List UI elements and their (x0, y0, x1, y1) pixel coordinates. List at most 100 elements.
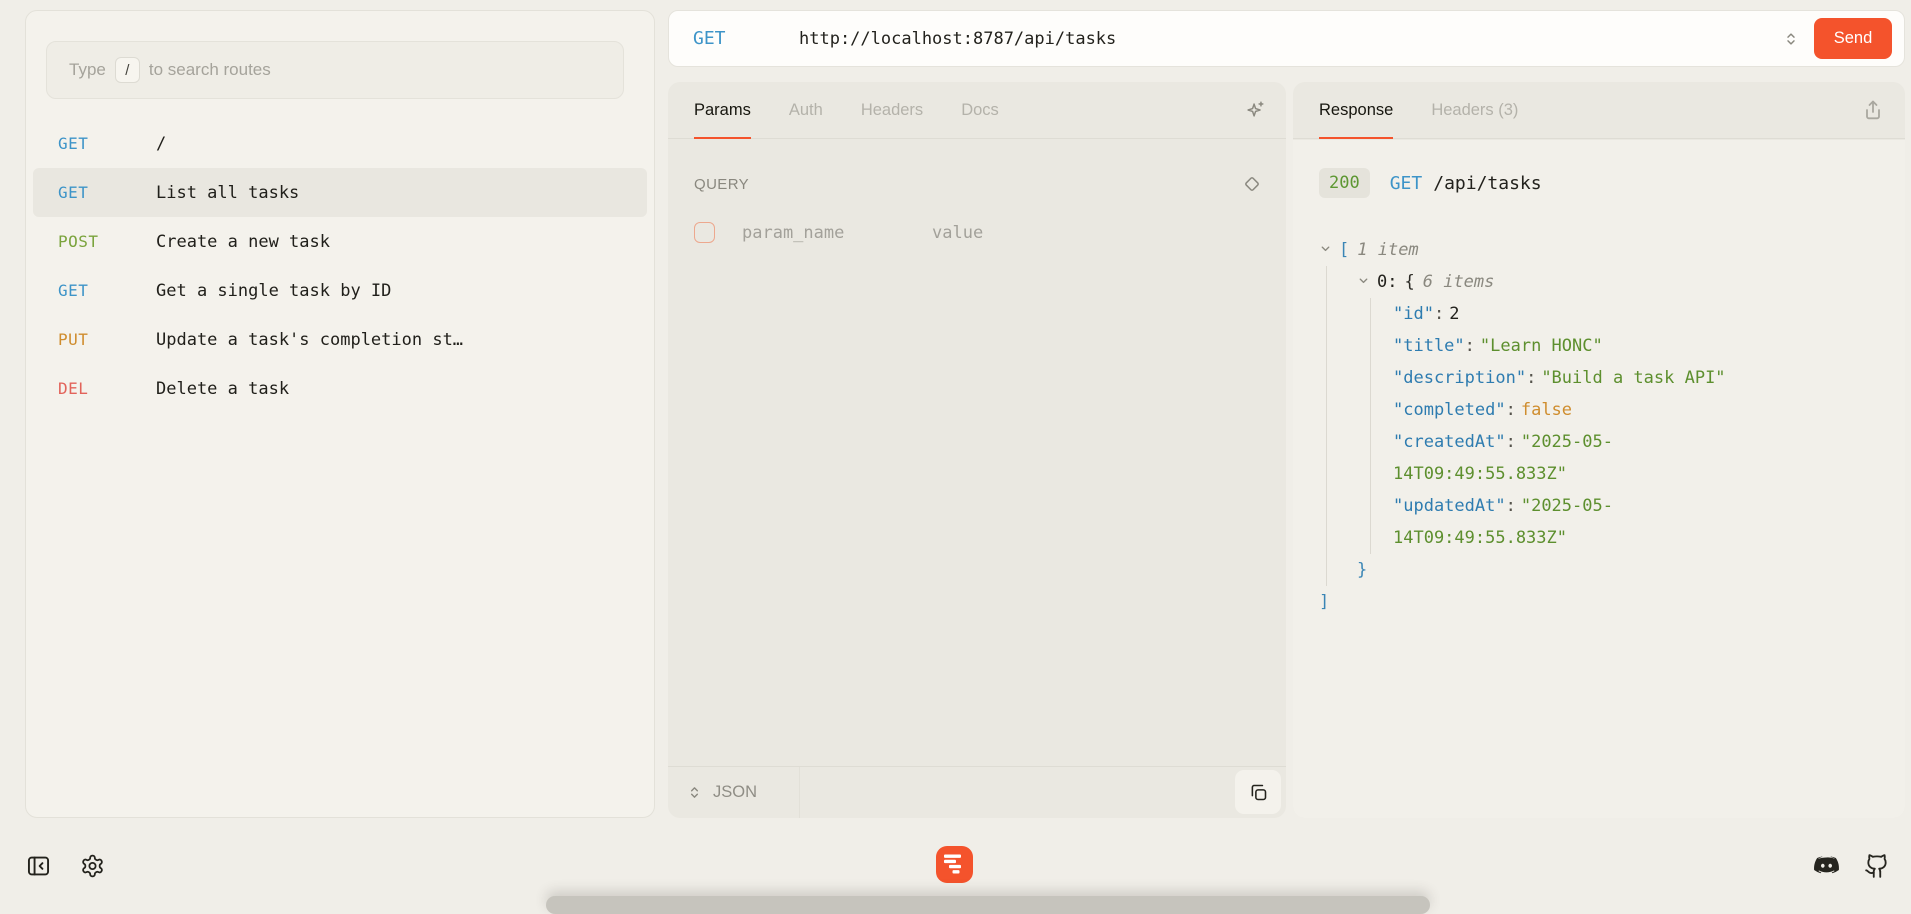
discord-icon[interactable] (1813, 852, 1840, 879)
body-format-bar: JSON (668, 766, 1286, 818)
fiberplane-logo (936, 846, 973, 883)
json-value: "Build a task API" (1541, 368, 1725, 388)
json-colon: : (1506, 496, 1516, 516)
json-colon: : (1465, 336, 1475, 356)
json-key: "updatedAt" (1393, 496, 1506, 516)
param-name-input[interactable] (742, 223, 932, 243)
route-label: Create a new task (156, 232, 330, 252)
request-method-select[interactable]: GET (693, 28, 799, 49)
json-object-open-line: 0:{6 items (1357, 266, 1749, 298)
tab-auth[interactable]: Auth (789, 82, 823, 138)
request-bar: GET Send (668, 10, 1905, 67)
json-array-open-line: [1 item (1319, 234, 1749, 266)
json-object-block: "id":2 "title":"Learn HONC" "description… (1370, 298, 1749, 554)
json-key: "id" (1393, 304, 1434, 324)
response-panel: Response Headers (3) 200 GET /api/tasks … (1293, 82, 1905, 818)
query-param-row (694, 222, 1102, 243)
json-value: "Learn HONC" (1480, 336, 1603, 356)
json-field-description: "description":"Build a task API" (1393, 362, 1749, 394)
json-key: "title" (1393, 336, 1465, 356)
object-item-count: 6 items (1423, 272, 1495, 292)
param-enabled-checkbox[interactable] (694, 222, 715, 243)
method-badge: GET (58, 183, 156, 202)
tab-response[interactable]: Response (1319, 82, 1393, 138)
json-colon: : (1506, 400, 1516, 420)
json-value: false (1521, 400, 1572, 420)
ai-sparkle-icon[interactable] (1244, 99, 1266, 121)
json-colon: : (1506, 432, 1516, 452)
response-status-row: 200 GET /api/tasks (1319, 168, 1905, 198)
route-item-update-task[interactable]: PUT Update a task's completion st… (33, 315, 647, 364)
search-placeholder-prefix: Type (69, 60, 106, 80)
json-key: "createdAt" (1393, 432, 1506, 452)
share-response-icon[interactable] (1861, 98, 1885, 122)
json-key: "completed" (1393, 400, 1506, 420)
open-bracket: [ (1339, 240, 1349, 260)
json-field-completed: "completed":false (1393, 394, 1749, 426)
route-item-create-task[interactable]: POST Create a new task (33, 217, 647, 266)
route-label: Get a single task by ID (156, 281, 391, 301)
route-item-get-task-by-id[interactable]: GET Get a single task by ID (33, 266, 647, 315)
tab-response-headers[interactable]: Headers (3) (1431, 82, 1518, 138)
close-bracket: ] (1319, 592, 1329, 612)
url-history-stepper-icon[interactable] (1778, 26, 1804, 52)
json-key: "description" (1393, 368, 1526, 388)
route-label: / (156, 134, 166, 154)
tab-params[interactable]: Params (694, 82, 751, 138)
route-item-root[interactable]: GET / (33, 119, 647, 168)
url-input[interactable] (799, 29, 1778, 49)
query-section-label: QUERY (694, 176, 749, 193)
route-item-list-all-tasks[interactable]: GET List all tasks (33, 168, 647, 217)
response-path: /api/tasks (1433, 173, 1541, 194)
tab-headers[interactable]: Headers (861, 82, 923, 138)
slash-key-badge: / (115, 57, 140, 83)
json-value: 2 (1449, 304, 1459, 324)
json-object-close-line: } (1357, 554, 1749, 586)
params-tab-row: Params Auth Headers Docs (668, 82, 1286, 139)
search-input[interactable]: Type / to search routes (46, 41, 624, 99)
github-icon[interactable] (1864, 853, 1890, 879)
collapse-sidebar-icon[interactable] (25, 852, 52, 879)
json-array-block: 0:{6 items "id":2 "title":"Learn HONC" "… (1326, 266, 1749, 586)
response-method: GET (1390, 173, 1423, 194)
chevron-down-icon[interactable] (1319, 242, 1339, 255)
json-tree-viewer: [1 item 0:{6 items "id":2 "title":"Learn… (1319, 234, 1749, 618)
query-section-header: QUERY (694, 172, 1264, 196)
tab-docs[interactable]: Docs (961, 82, 999, 138)
response-tab-row: Response Headers (3) (1293, 82, 1905, 139)
method-badge: POST (58, 232, 156, 251)
open-brace: { (1404, 272, 1414, 292)
method-badge: GET (58, 281, 156, 300)
routes-sidebar: Type / to search routes GET / GET List a… (25, 10, 655, 818)
clear-params-eraser-icon[interactable] (1240, 172, 1264, 196)
settings-gear-icon[interactable] (80, 853, 105, 878)
route-item-delete-task[interactable]: DEL Delete a task (33, 364, 647, 413)
route-label: Update a task's completion st… (156, 330, 463, 350)
json-field-createdAt: "createdAt":"2025-05-14T09:49:55.833Z" (1393, 426, 1749, 490)
json-colon: : (1434, 304, 1444, 324)
method-badge: DEL (58, 379, 156, 398)
bottom-dock-shadow (546, 896, 1430, 914)
route-label: List all tasks (156, 183, 299, 203)
json-field-id: "id":2 (1393, 298, 1749, 330)
chevron-down-icon[interactable] (1357, 274, 1377, 287)
status-code-badge: 200 (1319, 168, 1370, 198)
method-badge: GET (58, 134, 156, 153)
close-brace: } (1357, 560, 1367, 580)
json-field-updatedAt: "updatedAt":"2025-05-14T09:49:55.833Z" (1393, 490, 1749, 554)
json-field-title: "title":"Learn HONC" (1393, 330, 1749, 362)
request-params-panel: Params Auth Headers Docs QUERY JSON (668, 82, 1286, 818)
method-badge: PUT (58, 330, 156, 349)
body-format-label: JSON (713, 783, 757, 802)
route-label: Delete a task (156, 379, 289, 399)
array-item-count: 1 item (1357, 240, 1418, 260)
send-button[interactable]: Send (1814, 18, 1892, 59)
copy-body-button[interactable] (1235, 770, 1281, 814)
search-placeholder-suffix: to search routes (149, 60, 271, 80)
body-format-select[interactable]: JSON (668, 767, 800, 818)
json-colon: : (1526, 368, 1536, 388)
footer-bar (0, 830, 1911, 901)
route-list: GET / GET List all tasks POST Create a n… (26, 119, 654, 413)
param-value-input[interactable] (932, 223, 1102, 243)
response-body: 200 GET /api/tasks [1 item 0:{6 items "i… (1293, 140, 1905, 818)
